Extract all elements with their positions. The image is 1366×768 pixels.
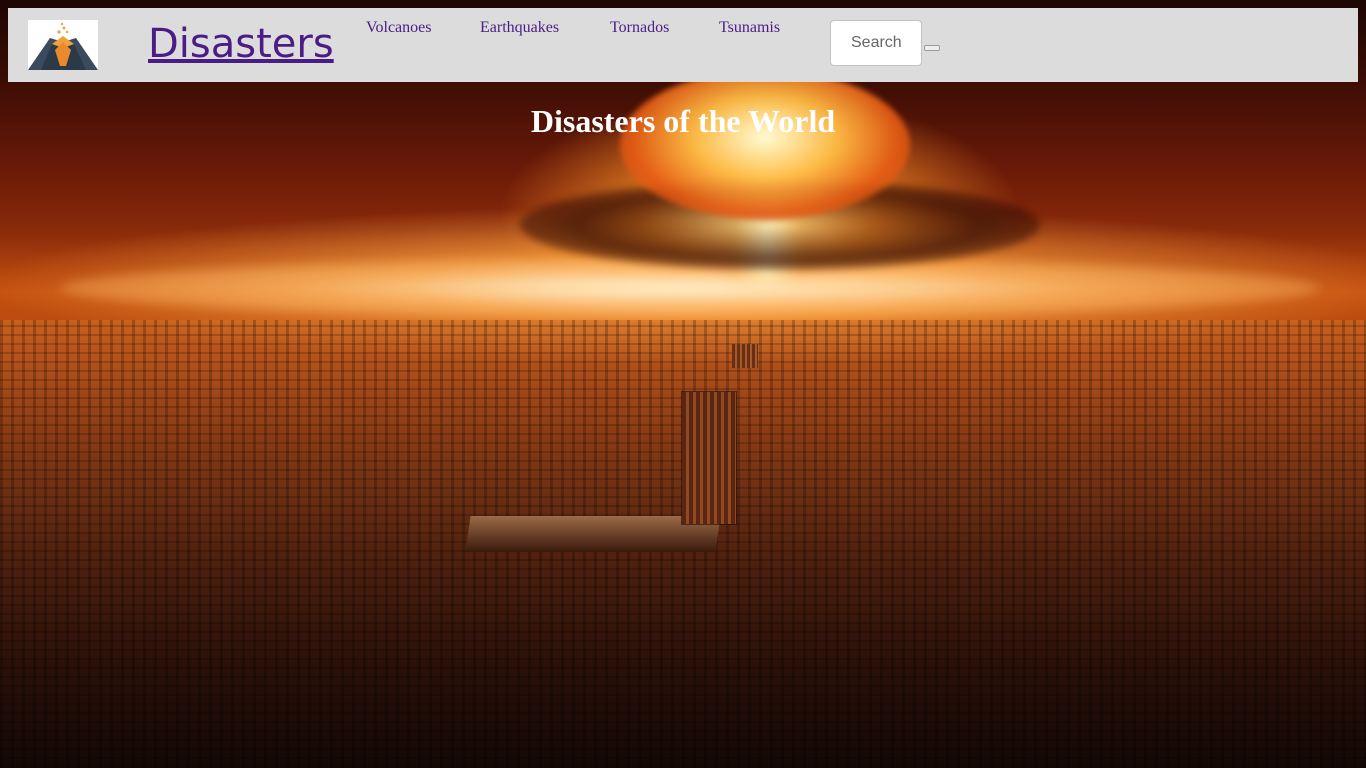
brand-title[interactable]: Disasters [148,18,334,70]
top-navbar: Disasters Volcanoes Earthquakes Tornados… [8,8,1358,82]
nav-link-earthquakes[interactable]: Earthquakes [480,19,559,37]
nav-link-tornados[interactable]: Tornados [610,19,669,37]
logo-link[interactable] [28,20,98,70]
distant-tower [732,344,758,368]
nav-link-tsunamis[interactable]: Tsunamis [719,19,780,37]
search-input[interactable] [830,20,922,66]
page-title: Disasters of the World [530,103,836,139]
nav-link-volcanoes[interactable]: Volcanoes [366,19,431,37]
central-tower [682,392,736,524]
explosion-cap [620,70,910,220]
volcano-icon [28,20,98,70]
search-button[interactable] [924,45,940,51]
